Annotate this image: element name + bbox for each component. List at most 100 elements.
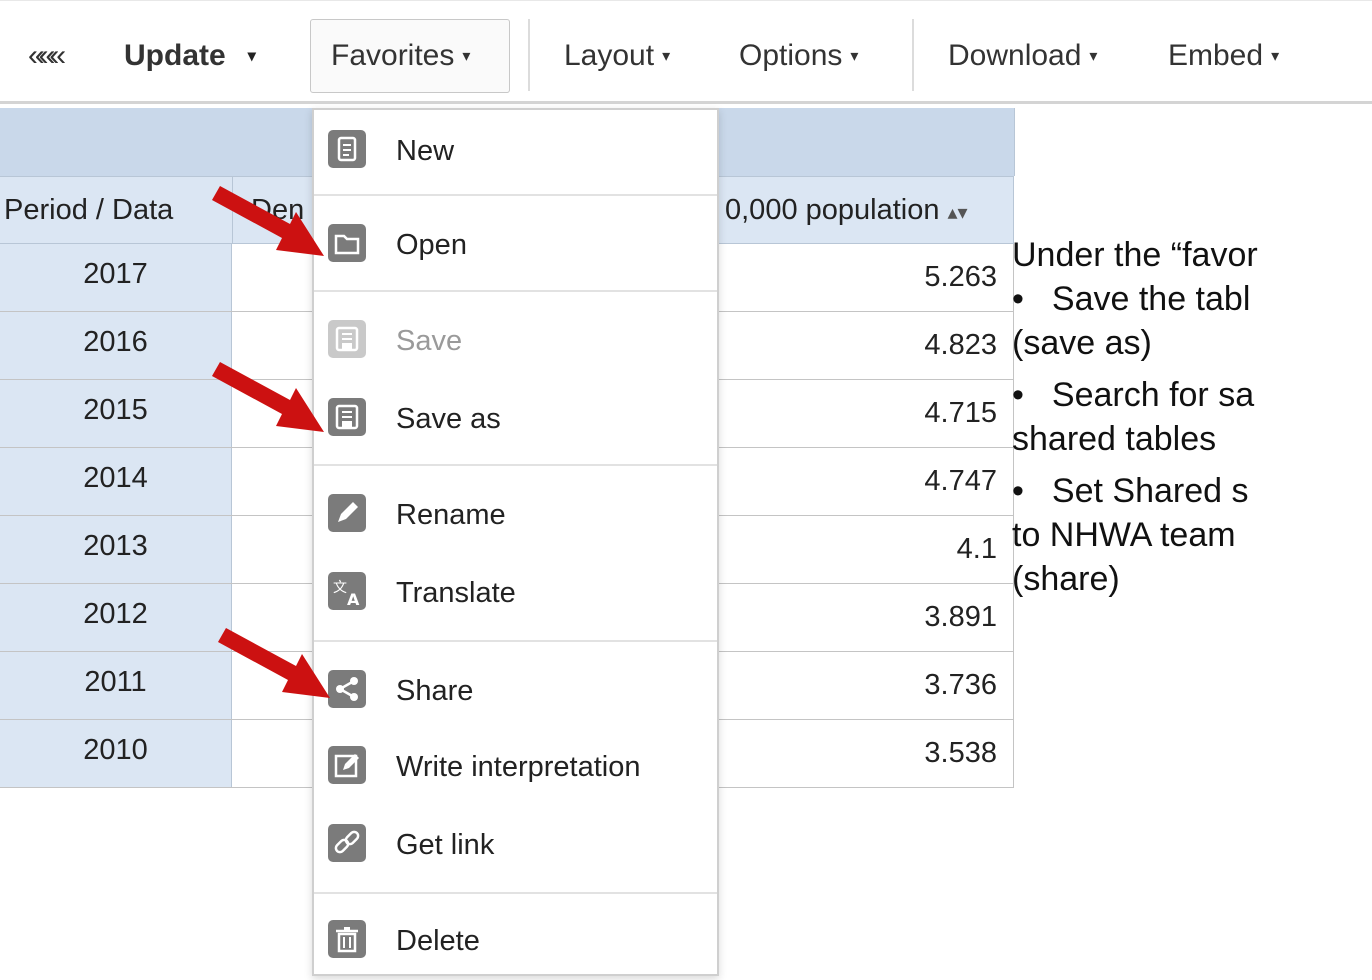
bullet: • <box>1012 280 1024 318</box>
folder-icon <box>328 224 366 262</box>
menu-item-label: Save <box>396 325 463 357</box>
menu-item-label: Save as <box>396 403 501 435</box>
svg-text:A: A <box>347 590 360 609</box>
menu-separator <box>314 290 717 292</box>
toolbar-divider <box>528 19 530 91</box>
period-cell: 2010 <box>0 720 232 787</box>
layout-menu-button[interactable]: Layout ▾ <box>564 23 670 89</box>
bullet: • <box>1012 472 1024 510</box>
save-icon <box>328 320 366 358</box>
options-label: Options <box>739 39 843 72</box>
menu-separator <box>314 194 717 196</box>
download-menu-button[interactable]: Download ▾ <box>948 23 1097 89</box>
header-value-column[interactable]: 0,000 population ▴▾ <box>718 177 1014 243</box>
menu-item-write-interpretation[interactable]: Write interpretation <box>314 732 717 806</box>
note-text: Save the tabl <box>1051 280 1251 318</box>
note-line: to NHWA team <box>1012 516 1236 555</box>
note-line: (save as) <box>1012 324 1152 363</box>
pencil-icon <box>328 494 366 532</box>
arrow-shape <box>212 362 324 432</box>
annotation-arrow-open <box>212 186 324 256</box>
menu-separator <box>314 892 717 894</box>
favorites-dropdown-menu: New Open Save Save as Rename 文 A Translate Share… <box>312 108 719 976</box>
menu-item-label: Open <box>396 229 467 261</box>
embed-menu-button[interactable]: Embed ▾ <box>1168 23 1279 89</box>
note-text: (share) <box>1012 560 1120 598</box>
period-cell: 2016 <box>0 312 232 379</box>
update-button[interactable]: Update ▾ <box>124 23 256 89</box>
menu-item-delete[interactable]: Delete <box>314 906 717 980</box>
menu-item-save-as[interactable]: Save as <box>314 384 717 458</box>
value-cell: 4.823 <box>718 312 1014 379</box>
document-icon <box>328 130 366 168</box>
note-text: Search for sa <box>1051 376 1255 414</box>
note-line: (share) <box>1012 560 1120 599</box>
data-cell <box>232 720 313 787</box>
annotation-arrow-save-as <box>212 362 324 432</box>
menu-item-label: Translate <box>396 577 516 609</box>
translate-icon: 文A <box>328 572 366 610</box>
toolbar-divider <box>912 19 914 91</box>
embed-label: Embed <box>1168 39 1264 72</box>
toolbar: ««« Update ▾ Favorites ▾ Layout ▾ Options ▾ … <box>0 0 1372 104</box>
menu-item-label: New <box>396 135 455 167</box>
link-icon <box>328 824 366 862</box>
menu-item-share[interactable]: Share <box>314 656 717 730</box>
period-cell: 2017 <box>0 244 232 311</box>
bullet: • <box>1012 376 1024 414</box>
note-text: (save as) <box>1012 324 1152 362</box>
value-cell: 5.263 <box>718 244 1014 311</box>
menu-item-label: Get link <box>396 829 495 861</box>
caret-down-icon: ▾ <box>662 48 671 65</box>
caret-down-icon: ▾ <box>850 48 859 65</box>
value-cell: 3.538 <box>718 720 1014 787</box>
collapse-panel-button[interactable]: ««« <box>28 23 66 89</box>
period-cell: 2014 <box>0 448 232 515</box>
annotation-arrow-share <box>218 628 330 698</box>
data-cell <box>232 516 313 583</box>
value-cell: 4.747 <box>718 448 1014 515</box>
options-menu-button[interactable]: Options ▾ <box>739 23 858 89</box>
value-cell: 4.1 <box>718 516 1014 583</box>
menu-item-open[interactable]: Open <box>314 210 717 284</box>
svg-text:文: 文 <box>333 580 347 596</box>
arrow-shape <box>212 186 324 256</box>
note-line: shared tables <box>1012 420 1216 459</box>
note-line: • Save the tabl <box>1012 280 1250 319</box>
menu-item-translate[interactable]: 文 A Translate <box>314 558 717 632</box>
menu-item-save: Save <box>314 306 717 380</box>
note-line: Under the “favor <box>1012 236 1258 275</box>
note-line: • Search for sa <box>1012 376 1254 415</box>
caret-down-icon[interactable]: ▾ <box>248 48 256 65</box>
menu-item-rename[interactable]: Rename <box>314 480 717 554</box>
data-cell <box>232 448 313 515</box>
sort-icon[interactable]: ▴▾ <box>947 202 967 224</box>
menu-separator <box>314 640 717 642</box>
note-line: • Set Shared s <box>1012 472 1248 511</box>
note-text: to NHWA team <box>1012 516 1236 554</box>
favorites-menu-button[interactable]: Favorites ▾ <box>310 19 510 93</box>
caret-down-icon: ▾ <box>1271 48 1280 65</box>
value-cell: 4.715 <box>718 380 1014 447</box>
layout-label: Layout <box>564 39 655 72</box>
period-cell: 2015 <box>0 380 232 447</box>
menu-separator <box>314 464 717 466</box>
menu-item-label: Delete <box>396 925 480 957</box>
menu-item-label: Write interpretation <box>396 751 641 783</box>
header-period-data[interactable]: Period / Data <box>4 177 230 243</box>
period-cell: 2013 <box>0 516 232 583</box>
arrow-shape <box>218 628 330 698</box>
period-cell: 2011 <box>0 652 232 719</box>
menu-item-label: Rename <box>396 499 506 531</box>
caret-down-icon: ▾ <box>462 48 471 65</box>
note-text: Set Shared s <box>1051 472 1249 510</box>
menu-item-new[interactable]: New <box>314 116 717 190</box>
trash-icon <box>328 920 366 958</box>
edit-box-icon <box>328 746 366 784</box>
menu-item-get-link[interactable]: Get link <box>314 810 717 884</box>
note-text: shared tables <box>1012 420 1217 458</box>
download-label: Download <box>948 39 1082 72</box>
save-as-icon <box>328 398 366 436</box>
value-cell: 3.891 <box>718 584 1014 651</box>
note-text: Under the “favor <box>1012 236 1258 274</box>
